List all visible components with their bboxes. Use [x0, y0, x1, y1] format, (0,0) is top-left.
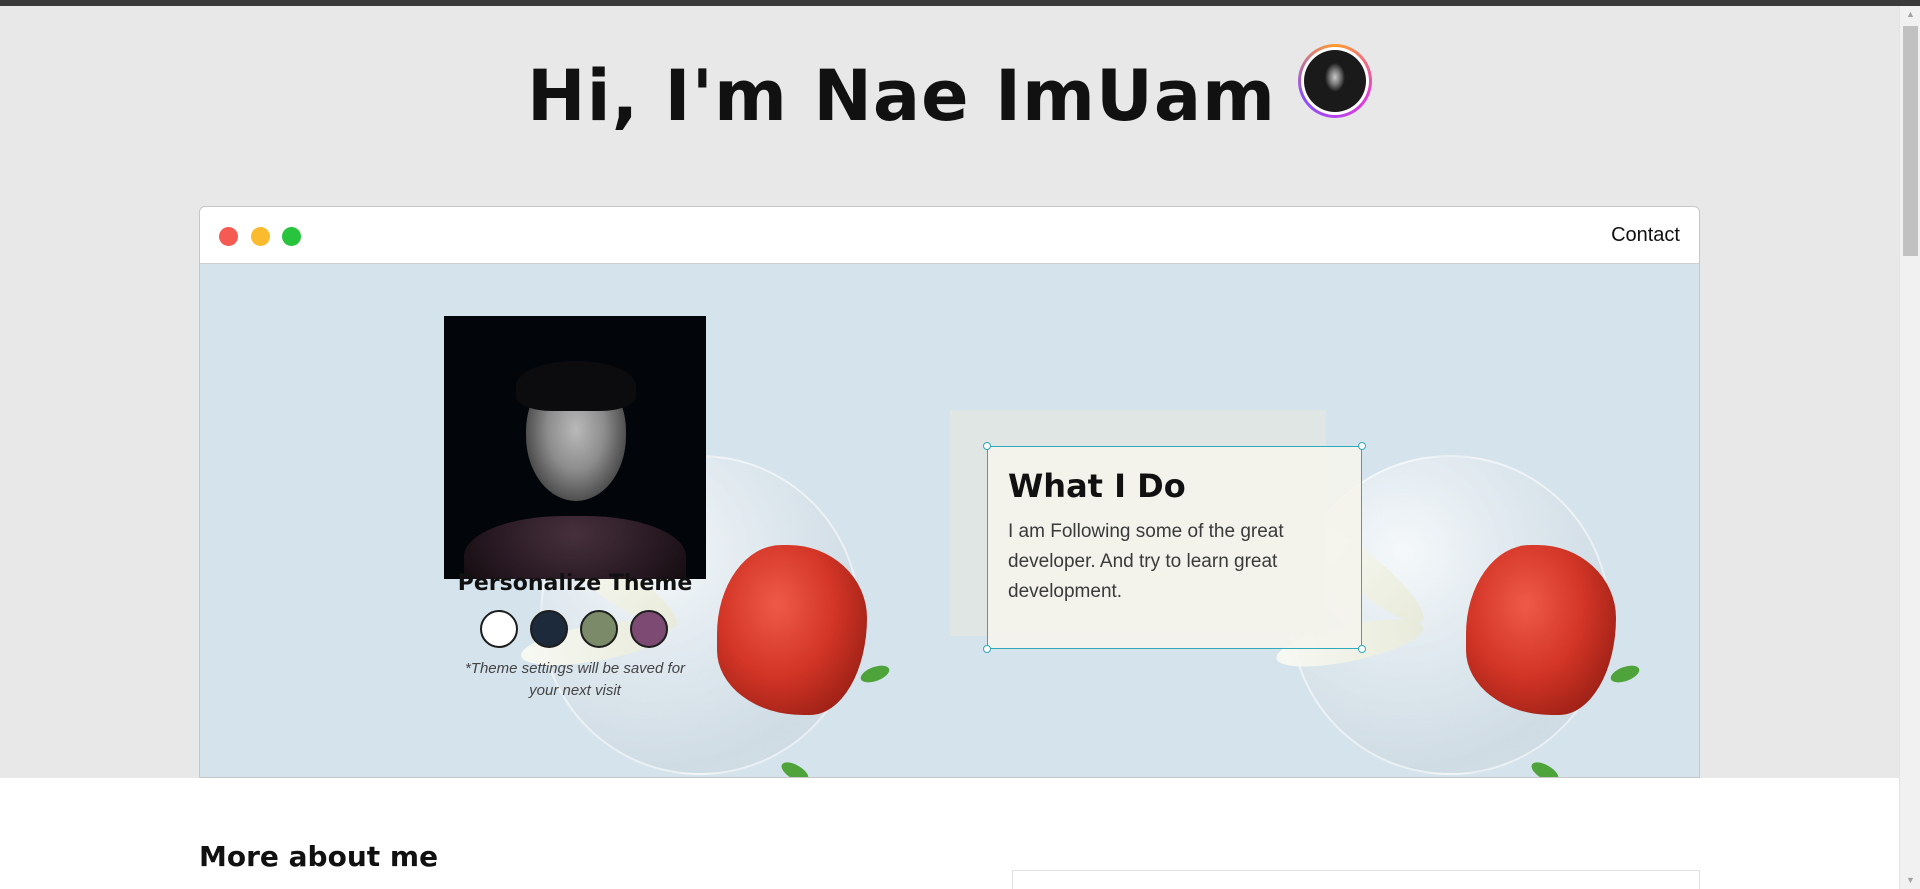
- minimize-dot-icon[interactable]: [251, 227, 270, 246]
- what-i-do-text: I am Following some of the great develop…: [1008, 521, 1284, 602]
- leaf-decoration: [1608, 662, 1642, 686]
- vertical-scrollbar[interactable]: ▲ ▼: [1899, 6, 1920, 889]
- window-title-bar: Contact: [200, 207, 1699, 264]
- about-side-panel: [1012, 870, 1700, 889]
- resize-handle-icon[interactable]: [983, 645, 991, 653]
- what-i-do-card[interactable]: What I Do I am Following some of the gre…: [983, 442, 1366, 653]
- scroll-up-arrow-icon[interactable]: ▲: [1900, 6, 1920, 23]
- red-flower-decoration: [1466, 545, 1616, 715]
- theme-swatch-purple[interactable]: [630, 610, 668, 648]
- about-title: More about me: [199, 840, 439, 873]
- what-i-do-title: What I Do: [1008, 467, 1186, 505]
- resize-handle-icon[interactable]: [983, 442, 991, 450]
- theme-swatch-olive[interactable]: [580, 610, 618, 648]
- resize-handle-icon[interactable]: [1358, 645, 1366, 653]
- maximize-dot-icon[interactable]: [282, 227, 301, 246]
- resize-handle-icon[interactable]: [1358, 442, 1366, 450]
- theme-title: Personalize Theme: [457, 571, 693, 596]
- leaf-decoration: [778, 758, 812, 777]
- about-section: More about me: [0, 778, 1899, 889]
- avatar: [1298, 44, 1372, 118]
- theme-swatch-white[interactable]: [480, 610, 518, 648]
- leaf-decoration: [1528, 758, 1562, 777]
- leaf-decoration: [858, 662, 892, 686]
- contact-link[interactable]: Contact: [1611, 224, 1680, 247]
- scroll-down-arrow-icon[interactable]: ▼: [1900, 872, 1920, 889]
- window-body: Personalize Theme *Theme settings will b…: [200, 265, 1699, 777]
- page-header: Hi, I'm Nae ImUam: [0, 6, 1899, 196]
- theme-note: *Theme settings will be saved for your n…: [464, 660, 686, 699]
- scrollbar-thumb[interactable]: [1903, 26, 1918, 256]
- page-title: Hi, I'm Nae ImUam: [527, 55, 1276, 137]
- red-flower-decoration: [717, 545, 867, 715]
- avatar-photo: [1304, 50, 1366, 112]
- theme-swatches: [480, 610, 668, 648]
- theme-swatch-navy[interactable]: [530, 610, 568, 648]
- browser-window: Contact Personalize Theme *Theme setting…: [199, 206, 1700, 778]
- profile-photo: [444, 316, 706, 579]
- close-dot-icon[interactable]: [219, 227, 238, 246]
